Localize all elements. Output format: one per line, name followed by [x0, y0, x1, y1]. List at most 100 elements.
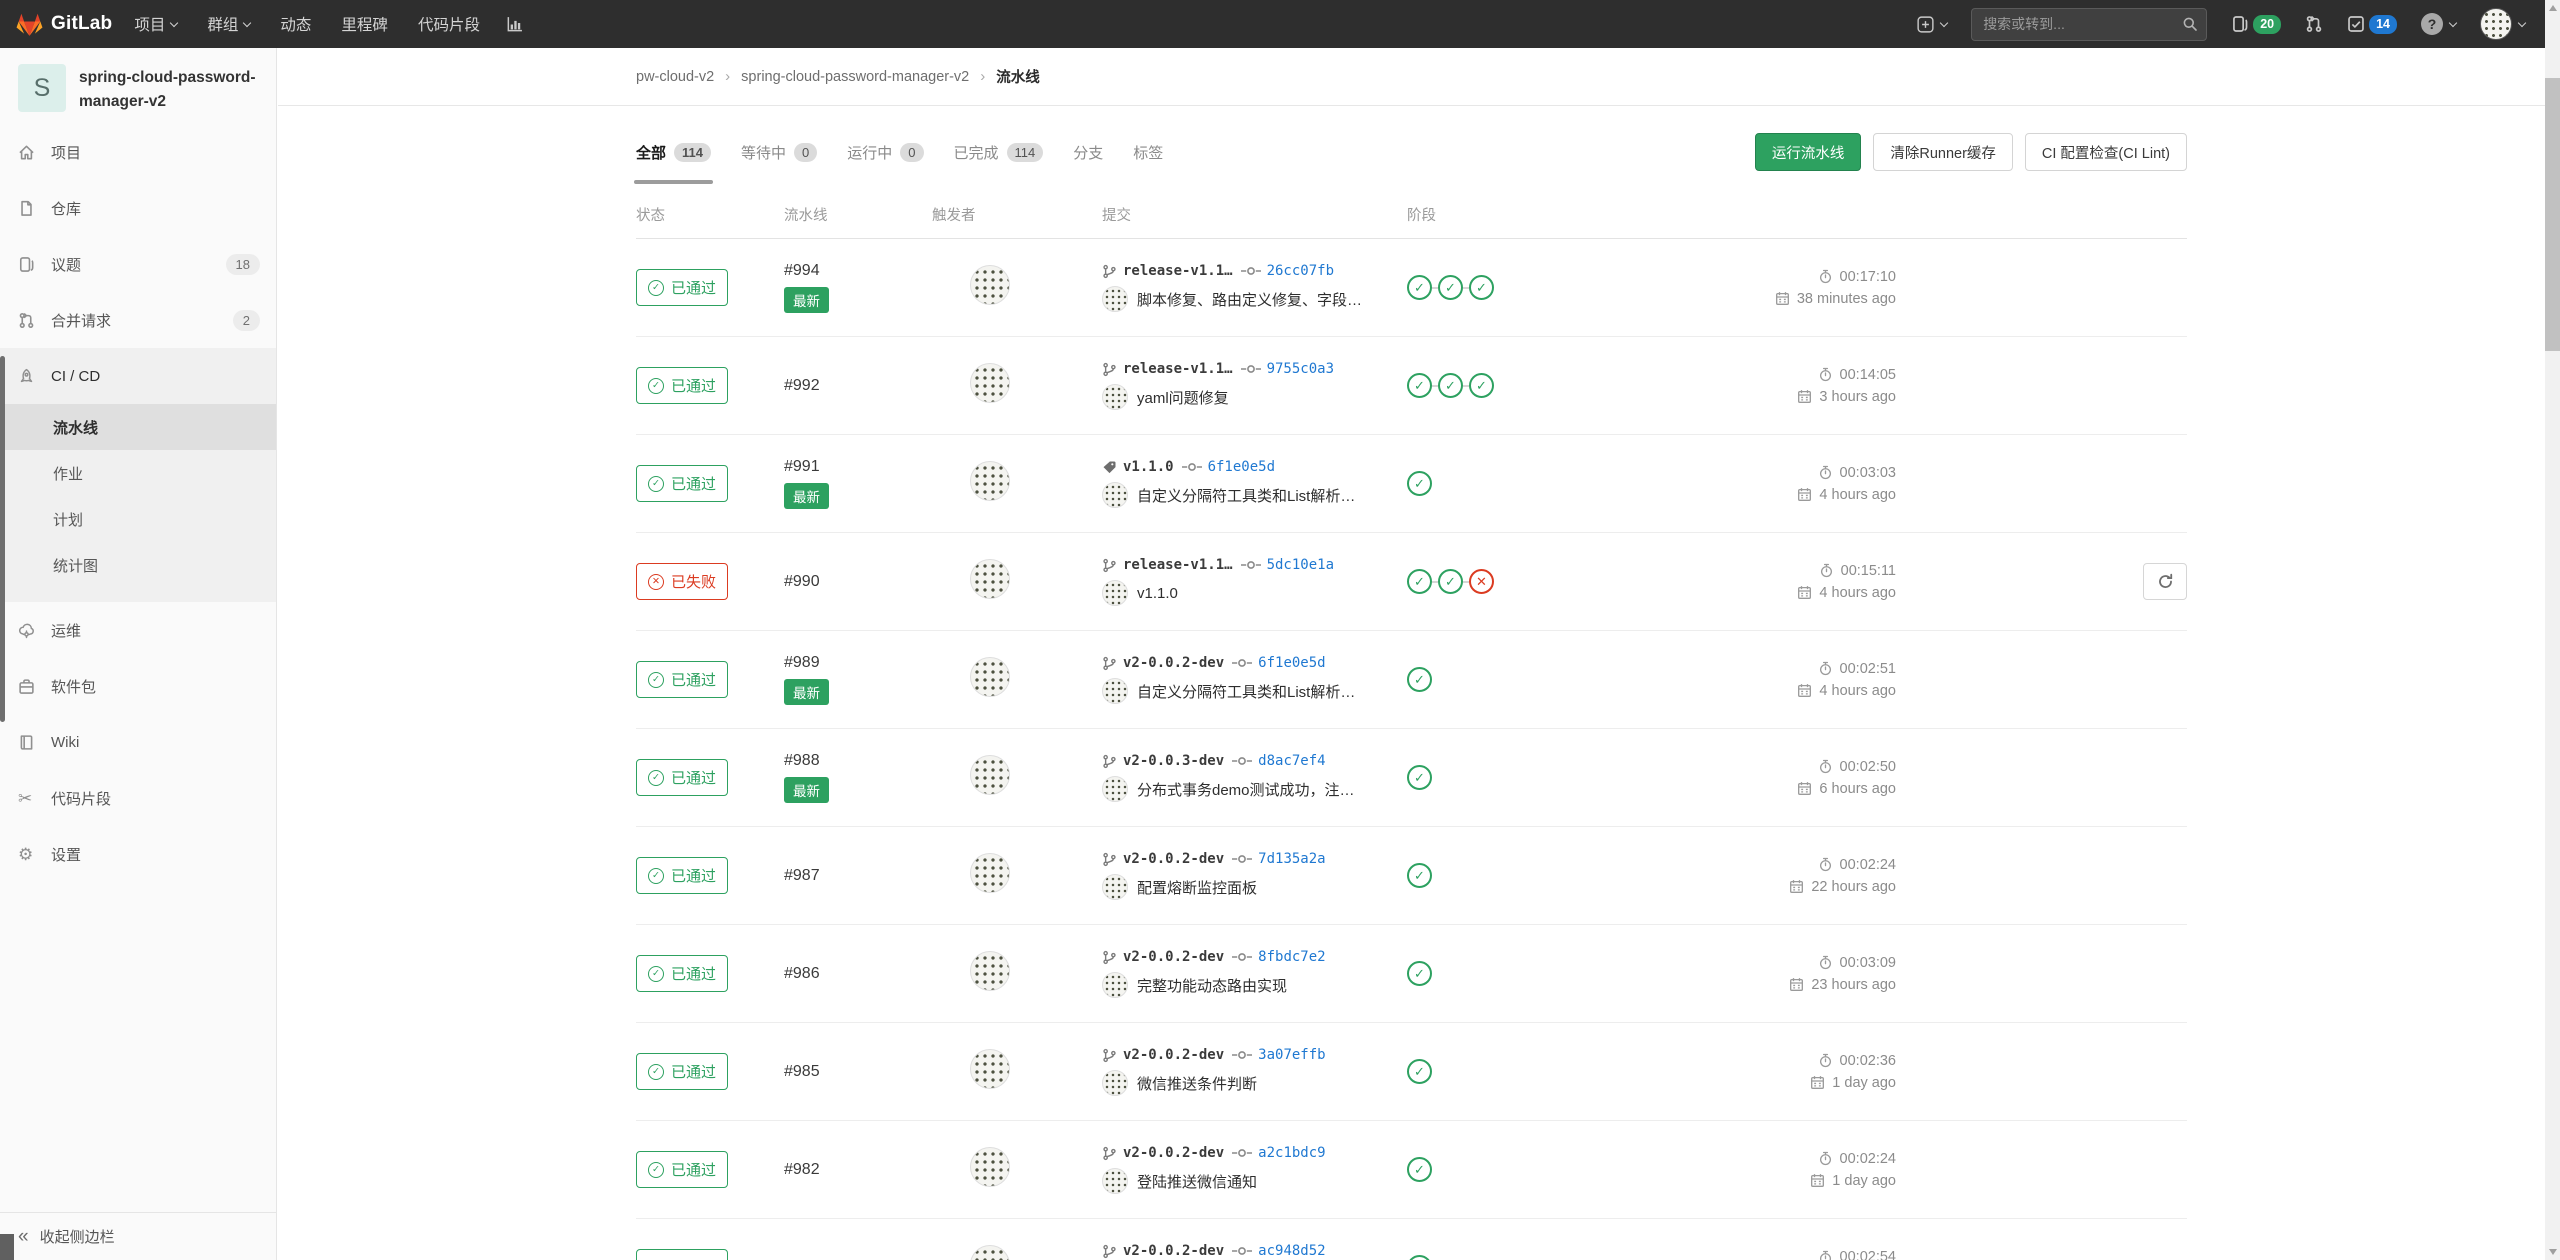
commit-author-avatar[interactable] [1102, 384, 1128, 410]
stage-failed-icon[interactable]: ✕ [1469, 569, 1494, 594]
pipeline-id[interactable]: #990 [784, 573, 820, 591]
commit-sha-link[interactable]: ac948d52 [1258, 1243, 1325, 1259]
ref-name[interactable]: v2-0.0.2-dev [1123, 655, 1224, 671]
stage-passed-icon[interactable]: ✓ [1438, 275, 1463, 300]
trigger-avatar[interactable] [970, 657, 1010, 697]
gitlab-logo[interactable]: GitLab [16, 12, 112, 37]
trigger-avatar[interactable] [970, 1245, 1010, 1260]
user-menu[interactable] [2480, 8, 2525, 40]
sidebar-item-schedules[interactable]: 计划 [0, 496, 276, 542]
commit-sha-link[interactable]: 7d135a2a [1258, 851, 1325, 867]
sidebar-item-charts[interactable]: 统计图 [0, 542, 276, 588]
trigger-avatar[interactable] [970, 1049, 1010, 1089]
sidebar-item-settings[interactable]: ⚙设置 [0, 826, 276, 882]
commit-author-avatar[interactable] [1102, 1070, 1128, 1096]
commit-author-avatar[interactable] [1102, 678, 1128, 704]
stage-passed-icon[interactable]: ✓ [1407, 471, 1432, 496]
retry-pipeline-button[interactable] [2143, 563, 2187, 600]
stage-passed-icon[interactable]: ✓ [1469, 373, 1494, 398]
commit-sha-link[interactable]: 6f1e0e5d [1208, 459, 1275, 475]
ref-name[interactable]: release-v1.1… [1123, 557, 1233, 573]
trigger-avatar[interactable] [970, 755, 1010, 795]
status-badge[interactable]: ✓ 已通过 [636, 857, 728, 894]
stage-passed-icon[interactable]: ✓ [1407, 863, 1432, 888]
sidebar-item-issues[interactable]: 议题18 [0, 236, 276, 292]
clear-runner-cache-button[interactable]: 清除Runner缓存 [1873, 133, 2013, 171]
trigger-avatar[interactable] [970, 461, 1010, 501]
tab-all[interactable]: 全部114 [636, 120, 711, 184]
sidebar-item-ci-cd[interactable]: CI / CD [0, 348, 276, 404]
stage-passed-icon[interactable]: ✓ [1438, 569, 1463, 594]
sidebar-item-pipelines[interactable]: 流水线 [0, 404, 276, 450]
stage-passed-icon[interactable]: ✓ [1407, 1157, 1432, 1182]
status-badge[interactable]: ✓ 已通过 [636, 1053, 728, 1090]
pipeline-id[interactable]: #987 [784, 867, 820, 885]
window-scrollbar[interactable] [2545, 0, 2560, 1260]
commit-message[interactable]: 脚本修复、路由定义修复、字段… [1137, 289, 1362, 310]
sidebar-item-jobs[interactable]: 作业 [0, 450, 276, 496]
commit-sha-link[interactable]: 5dc10e1a [1267, 557, 1334, 573]
status-badge[interactable]: ✓ 已通过 [636, 661, 728, 698]
trigger-avatar[interactable] [970, 363, 1010, 403]
commit-sha-link[interactable]: 9755c0a3 [1267, 361, 1334, 377]
breadcrumb-project[interactable]: spring-cloud-password-manager-v2 [741, 69, 969, 85]
commit-sha-link[interactable]: d8ac7ef4 [1258, 753, 1325, 769]
commit-message[interactable]: 分布式事务demo测试成功，注… [1137, 779, 1355, 800]
stage-passed-icon[interactable]: ✓ [1407, 765, 1432, 790]
commit-author-avatar[interactable] [1102, 580, 1128, 606]
scrollbar-thumb[interactable] [2545, 78, 2560, 351]
commit-message[interactable]: v1.1.0 [1137, 585, 1178, 602]
navbar-item-milestones[interactable]: 里程碑 [341, 13, 388, 35]
commit-message[interactable]: 自定义分隔符工具类和List解析… [1137, 681, 1355, 702]
commit-author-avatar[interactable] [1102, 286, 1128, 312]
tab-finished[interactable]: 已完成114 [954, 120, 1044, 184]
pipeline-id[interactable]: #994 [784, 262, 820, 280]
todos-shortcut[interactable]: 14 [2347, 15, 2397, 34]
commit-sha-link[interactable]: a2c1bdc9 [1258, 1145, 1325, 1161]
ref-name[interactable]: release-v1.1… [1123, 263, 1233, 279]
run-pipeline-button[interactable]: 运行流水线 [1755, 133, 1862, 171]
tab-pending[interactable]: 等待中0 [741, 120, 817, 184]
pipeline-id[interactable]: #982 [784, 1161, 820, 1179]
search-input[interactable] [1971, 8, 2207, 41]
trigger-avatar[interactable] [970, 1147, 1010, 1187]
trigger-avatar[interactable] [970, 853, 1010, 893]
sidebar-item-merge-requests[interactable]: 合并请求2 [0, 292, 276, 348]
issues-shortcut[interactable]: 20 [2231, 15, 2281, 34]
ref-name[interactable]: v2-0.0.2-dev [1123, 1047, 1224, 1063]
pipeline-id[interactable]: #991 [784, 458, 820, 476]
scroll-up-arrow[interactable] [2545, 0, 2560, 16]
status-badge[interactable]: ✓ 已通过 [636, 1151, 728, 1188]
commit-author-avatar[interactable] [1102, 874, 1128, 900]
stage-passed-icon[interactable]: ✓ [1407, 275, 1432, 300]
sidebar-item-operations[interactable]: 运维 [0, 602, 276, 658]
commit-sha-link[interactable]: 8fbdc7e2 [1258, 949, 1325, 965]
sidebar-item-snippets[interactable]: ✂代码片段 [0, 770, 276, 826]
ref-name[interactable]: v2-0.0.2-dev [1123, 1145, 1224, 1161]
pipeline-id[interactable]: #989 [784, 654, 820, 672]
collapse-sidebar-button[interactable]: « 收起侧边栏 [0, 1212, 276, 1260]
pipeline-id[interactable]: #986 [784, 965, 820, 983]
pipeline-id[interactable]: #992 [784, 377, 820, 395]
sidebar-item-project[interactable]: 项目 [0, 124, 276, 180]
ref-name[interactable]: v2-0.0.3-dev [1123, 753, 1224, 769]
commit-message[interactable]: 完整功能动态路由实现 [1137, 975, 1287, 996]
commit-author-avatar[interactable] [1102, 482, 1128, 508]
commit-message[interactable]: 自定义分隔符工具类和List解析… [1137, 485, 1355, 506]
ref-name[interactable]: v2-0.0.2-dev [1123, 949, 1224, 965]
commit-message[interactable]: 微信推送条件判断 [1137, 1073, 1257, 1094]
navbar-item-activity[interactable]: 动态 [280, 13, 311, 35]
stage-passed-icon[interactable]: ✓ [1407, 667, 1432, 692]
sidebar-item-wiki[interactable]: Wiki [0, 714, 276, 770]
sidebar-scrollbar-thumb[interactable] [0, 356, 5, 722]
pipeline-id[interactable]: #985 [784, 1063, 820, 1081]
scroll-down-arrow[interactable] [2545, 1244, 2560, 1260]
tab-branches[interactable]: 分支 [1073, 120, 1103, 184]
ref-name[interactable]: release-v1.1… [1123, 361, 1233, 377]
charts-icon[interactable] [506, 16, 523, 33]
tab-running[interactable]: 运行中0 [847, 120, 923, 184]
commit-sha-link[interactable]: 3a07effb [1258, 1047, 1325, 1063]
status-badge[interactable]: ✓ 已通过 [636, 465, 728, 502]
commit-author-avatar[interactable] [1102, 776, 1128, 802]
ref-name[interactable]: v2-0.0.2-dev [1123, 1243, 1224, 1259]
